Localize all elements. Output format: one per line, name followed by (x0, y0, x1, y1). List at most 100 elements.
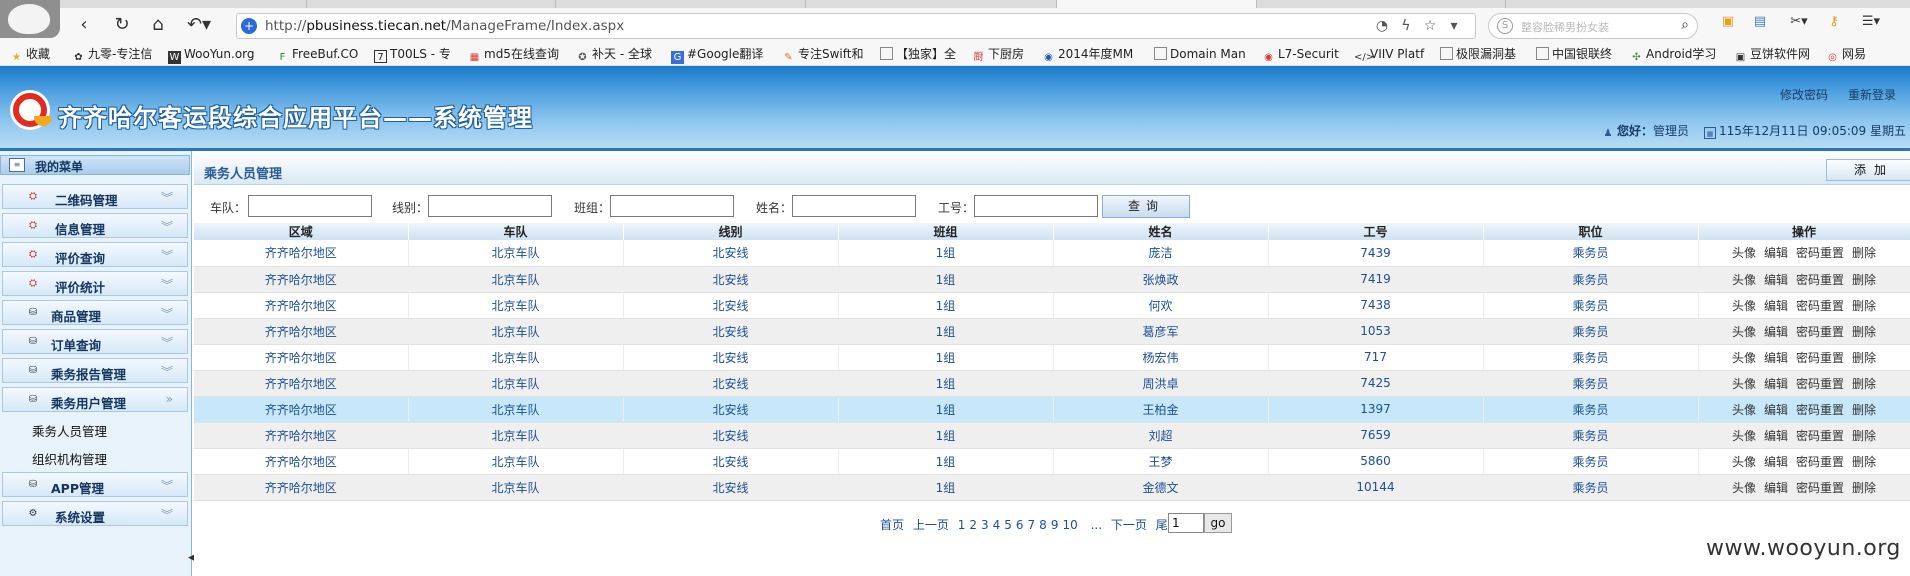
name-filter-input[interactable] (792, 195, 916, 217)
delete-link[interactable]: 删除 (1852, 273, 1876, 287)
delete-link[interactable]: 删除 (1852, 403, 1876, 417)
id-filter-input[interactable] (974, 195, 1098, 217)
column-header[interactable]: 线别 (623, 223, 839, 240)
column-header[interactable]: 工号 (1268, 223, 1484, 240)
back-icon[interactable]: ‹ (72, 14, 96, 36)
table-row[interactable]: 齐齐哈尔地区 北京车队 北安线 1组 刘超 7659 乘务员 头像 编辑 密码重置 删除 (194, 422, 1910, 449)
url-text[interactable]: http://pbusiness.tiecan.net/ManageFrame/… (265, 18, 624, 34)
bookmark-item[interactable]: ✎ 专注Swift和 (782, 46, 863, 63)
add-button[interactable]: 添加 (1826, 159, 1910, 181)
page-number-link[interactable]: 9 (1051, 518, 1059, 532)
delete-link[interactable]: 删除 (1852, 377, 1876, 391)
page-number-link[interactable]: 3 (981, 518, 989, 532)
browser-active-tab[interactable] (1056, 0, 1256, 8)
reset-password-link[interactable]: 密码重置 (1796, 429, 1844, 443)
menu-icon[interactable]: ☰▾ (1856, 14, 1886, 30)
sidebar-item-crew-report[interactable]: ⛁ 乘务报告管理 ︾ (2, 358, 188, 383)
edit-link[interactable]: 编辑 (1764, 403, 1788, 417)
avatar-link[interactable]: 头像 (1732, 403, 1756, 417)
avatar-link[interactable]: 头像 (1732, 377, 1756, 391)
bookmark-item[interactable]: ✪ 补天 - 全球 (576, 46, 652, 63)
page-number-link[interactable]: 5 (1004, 518, 1012, 532)
bookmark-item[interactable]: ◉ 2014年度MM (1042, 46, 1133, 63)
edit-link[interactable]: 编辑 (1764, 273, 1788, 287)
prev-page-link[interactable]: 上一页 (913, 518, 949, 532)
bookmark-item[interactable]: ▦ md5在线查询 (468, 46, 559, 63)
bookmark-item[interactable]: 中国银联终 (1536, 46, 1612, 62)
bookmark-item[interactable]: F FreeBuf.CO (276, 46, 359, 63)
bookmark-item[interactable]: 厨下厨房 (972, 46, 1025, 63)
first-page-link[interactable]: 首页 (880, 518, 904, 532)
page-number-link[interactable]: 1 (958, 518, 966, 532)
avatar-link[interactable]: 头像 (1732, 351, 1756, 365)
bookmark-item[interactable]: ✿ 九零-专注信 (72, 46, 152, 63)
apple-logo-icon[interactable] (0, 0, 60, 38)
delete-link[interactable]: 删除 (1852, 481, 1876, 495)
bookmark-item[interactable]: 【独家】全 (880, 46, 956, 62)
column-header[interactable]: 班组 (838, 223, 1054, 240)
search-box[interactable]: S 整容脸稀男扮女装 ⌕ (1488, 13, 1698, 39)
search-icon[interactable]: ⌕ (1681, 17, 1689, 33)
table-row[interactable]: 齐齐哈尔地区 北京车队 北安线 1组 杨宏伟 717 乘务员 头像 编辑 密码重置 删除 (194, 344, 1910, 371)
avatar-link[interactable]: 头像 (1732, 455, 1756, 469)
table-row[interactable]: 齐齐哈尔地区 北京车队 北安线 1组 周洪卓 7425 乘务员 头像 编辑 密码重置 删除 (194, 370, 1910, 397)
page-number-link[interactable]: 10 (1062, 518, 1077, 532)
avatar-link[interactable]: 头像 (1732, 273, 1756, 287)
sidebar-item-app[interactable]: ⛁ APP管理 ︾ (2, 472, 188, 497)
table-row[interactable]: 齐齐哈尔地区 北京车队 北安线 1组 金德文 10144 乘务员 头像 编辑 密码重置 删除 (194, 474, 1910, 501)
table-row[interactable]: 齐齐哈尔地区 北京车队 北安线 1组 葛彦军 1053 乘务员 头像 编辑 密码重置 删除 (194, 318, 1910, 345)
line-filter-input[interactable] (428, 195, 552, 217)
page-number-link[interactable]: 8 (1039, 518, 1047, 532)
avatar-link[interactable]: 头像 (1732, 325, 1756, 339)
avatar-link[interactable]: 头像 (1732, 429, 1756, 443)
change-password-link[interactable]: 修改密码 (1780, 86, 1828, 103)
group-filter-input[interactable] (610, 195, 734, 217)
avatar-link[interactable]: 头像 (1732, 246, 1756, 260)
bookmark-item[interactable]: 7 T00LS - 专 (374, 46, 451, 63)
address-bar[interactable]: + http://pbusiness.tiecan.net/ManageFram… (236, 13, 1476, 39)
star-icon[interactable]: ☆ (1421, 17, 1439, 35)
bookmark-item[interactable]: ★ 收藏 (10, 46, 50, 63)
reset-password-link[interactable]: 密码重置 (1796, 351, 1844, 365)
reset-password-link[interactable]: 密码重置 (1796, 325, 1844, 339)
column-header[interactable]: 区域 (194, 223, 409, 240)
reset-password-link[interactable]: 密码重置 (1796, 455, 1844, 469)
column-header[interactable]: 姓名 (1053, 223, 1269, 240)
page-number-input[interactable]: 1 (1168, 513, 1204, 533)
next-page-link[interactable]: 下一页 (1111, 518, 1147, 532)
edit-link[interactable]: 编辑 (1764, 246, 1788, 260)
delete-link[interactable]: 删除 (1852, 351, 1876, 365)
column-header[interactable]: 职位 (1483, 223, 1699, 240)
page-number-link[interactable]: 6 (1016, 518, 1024, 532)
sidebar-item-crew-user[interactable]: ⛁ 乘务用户管理» (2, 387, 188, 412)
delete-link[interactable]: 删除 (1852, 325, 1876, 339)
bookmark-item[interactable]: 极限漏洞基 (1440, 46, 1516, 62)
column-header[interactable]: 车队 (408, 223, 624, 240)
page-number-link[interactable]: 7 (1028, 518, 1036, 532)
site-info-icon[interactable]: + (241, 18, 257, 34)
undo-close-icon[interactable]: ↶▾ (182, 14, 216, 36)
avatar-link[interactable]: 头像 (1732, 481, 1756, 495)
reload-icon[interactable]: ↻ (110, 14, 134, 36)
table-row[interactable]: 齐齐哈尔地区 北京车队 北安线 1组 何欢 7438 乘务员 头像 编辑 密码重置 删除 (194, 292, 1910, 319)
edit-link[interactable]: 编辑 (1764, 325, 1788, 339)
table-row[interactable]: 齐齐哈尔地区 北京车队 北安线 1组 庞洁 7439 乘务员 头像 编辑 密码重置 删除 (194, 240, 1910, 267)
key-icon[interactable]: ⚷ (1826, 14, 1842, 30)
sidebar-item-goods[interactable]: ⛁ 商品管理 ︾ (2, 300, 188, 325)
bookmark-item[interactable]: G #Google翻译 (671, 46, 763, 64)
bookmark-item[interactable]: ✣ Android学习 (1630, 46, 1716, 63)
table-row[interactable]: 齐齐哈尔地区 北京车队 北安线 1组 张焕政 7419 乘务员 头像 编辑 密码重置 删除 (194, 266, 1910, 293)
relogin-link[interactable]: 重新登录 (1848, 86, 1896, 103)
reset-password-link[interactable]: 密码重置 (1796, 299, 1844, 313)
page-number-link[interactable]: 4 (993, 518, 1001, 532)
sidebar-item-review-query[interactable]: ⛭ 评价查询 ︾ (2, 242, 188, 267)
sidebar-item-orders[interactable]: ⛁ 订单查询 ︾ (2, 329, 188, 354)
edit-link[interactable]: 编辑 (1764, 351, 1788, 365)
go-button[interactable]: go (1204, 513, 1232, 533)
bookmark-item[interactable]: Domain Man (1154, 46, 1246, 62)
edit-link[interactable]: 编辑 (1764, 455, 1788, 469)
search-engine-icon[interactable]: S (1497, 18, 1513, 34)
page-number-link[interactable]: 2 (969, 518, 977, 532)
bookmark-item[interactable]: ◎ 网易 (1826, 46, 1866, 63)
sidebar-item-settings[interactable]: ⚙ 系统设置 ︾ (2, 501, 188, 526)
